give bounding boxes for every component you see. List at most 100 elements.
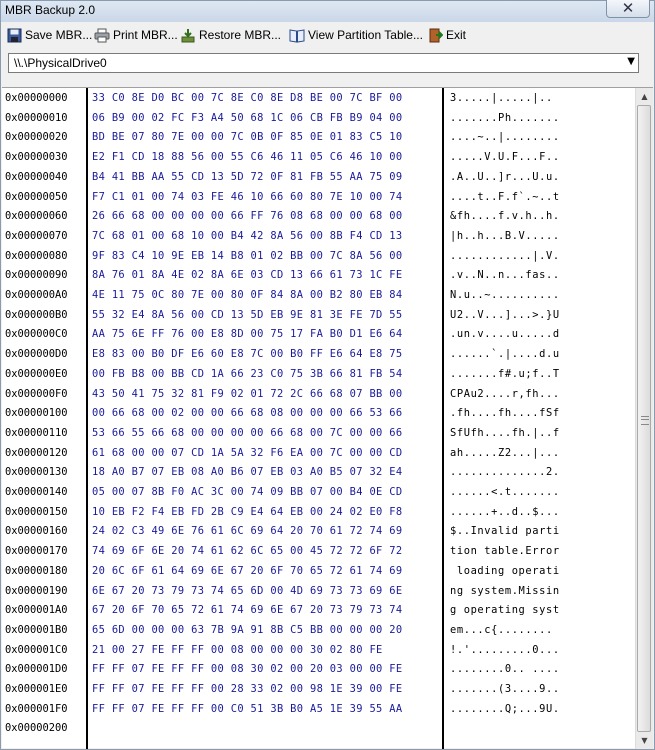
row-hex-bytes: 43 50 41 75 32 81 F9 02 01 72 2C 66 68 0… — [92, 387, 403, 400]
row-ascii: .un.v....u.....d — [450, 328, 560, 341]
hex-row: 0x00000050 F7 C1 01 00 74 03 FE 46 10 66 … — [2, 187, 636, 207]
row-offset: 0x00000190 — [5, 584, 68, 597]
row-hex-bytes: 65 6D 00 00 00 63 7B 9A 91 8B C5 BB 00 0… — [92, 623, 403, 636]
hex-row: 0x000000F0 43 50 41 75 32 81 F9 02 01 72 … — [2, 384, 636, 404]
row-offset: 0x00000100 — [5, 407, 68, 420]
row-ascii: CPAu2....r,fh... — [450, 387, 560, 400]
hex-view-panel[interactable]: 0x00000000 33 C0 8E D0 BC 00 7C 8E C0 8E … — [2, 87, 653, 749]
title-bar: MBR Backup 2.0 ✕ — [1, 0, 654, 22]
row-hex-bytes: AA 75 6E FF 76 00 E8 8D 00 75 17 FA B0 D… — [92, 328, 403, 341]
restore-mbr-button[interactable]: Restore MBR... — [181, 26, 281, 44]
scrollbar-thumb[interactable] — [637, 105, 651, 732]
row-offset: 0x00000060 — [5, 210, 68, 223]
hex-row: 0x000000A0 4E 11 75 0C 80 7E 00 80 0F 84 … — [2, 285, 636, 305]
hex-row: 0x000001F0 FF FF 07 FE FF FF 00 C0 51 3B … — [2, 699, 636, 719]
ascii-divider — [442, 88, 444, 749]
row-offset: 0x00000140 — [5, 486, 68, 498]
row-hex-bytes: 18 A0 B7 07 EB 08 A0 B6 07 EB 03 A0 B5 0… — [92, 466, 403, 479]
hex-row: 0x00000090 8A 76 01 8A 4E 02 8A 6E 03 CD … — [2, 265, 636, 285]
row-ascii: .....V.U.F...F.. — [450, 151, 560, 164]
row-ascii: .fh....fh....fSf — [450, 407, 560, 420]
row-offset: 0x000001C0 — [5, 643, 68, 656]
row-offset: 0x00000050 — [5, 190, 68, 203]
row-hex-bytes: 7C 68 01 00 68 10 00 B4 42 8A 56 00 8B F… — [92, 229, 403, 242]
print-mbr-button[interactable]: Print MBR... — [94, 26, 178, 44]
exit-label: Exit — [446, 28, 467, 42]
row-hex-bytes: 4E 11 75 0C 80 7E 00 80 0F 84 8A 00 B2 8… — [92, 289, 403, 301]
offset-divider — [86, 88, 88, 749]
row-hex-bytes: 24 02 C3 49 6E 76 61 6C 69 64 20 70 61 7… — [92, 525, 403, 538]
hex-row: 0x00000200 — [2, 718, 636, 738]
exit-button[interactable]: Exit — [428, 26, 466, 44]
row-hex-bytes: 9F 83 C4 10 9E EB 14 B8 01 02 BB 00 7C 8… — [92, 249, 403, 262]
row-hex-bytes: B4 41 BB AA 55 CD 13 5D 72 0F 81 FB 55 A… — [92, 170, 403, 183]
hex-row: 0x00000130 18 A0 B7 07 EB 08 A0 B6 07 EB … — [2, 462, 636, 482]
hex-row: 0x000000C0 AA 75 6E FF 76 00 E8 8D 00 75 … — [2, 324, 636, 344]
row-ascii: tion table.Error — [450, 545, 560, 558]
view-partition-table-button[interactable]: View Partition Table... — [289, 26, 423, 44]
hex-row: 0x00000010 06 B9 00 02 FC F3 A4 50 68 1C … — [2, 108, 636, 128]
book-icon — [289, 28, 305, 43]
row-offset: 0x000000F0 — [5, 387, 68, 400]
physical-drive-select[interactable]: \\.\PhysicalDrive0 ▼ — [8, 53, 639, 73]
hex-row: 0x00000060 26 66 68 00 00 00 00 66 FF 76 … — [2, 206, 636, 226]
row-offset: 0x00000130 — [5, 466, 68, 479]
row-ascii: .......Ph....... — [450, 111, 560, 124]
hex-row: 0x000000E0 00 FB B8 00 BB CD 1A 66 23 C0 … — [2, 364, 636, 384]
row-ascii: ....~..|........ — [450, 131, 560, 144]
row-offset: 0x00000030 — [5, 151, 68, 164]
app-window: MBR Backup 2.0 ✕ Save MBR... Print MBR..… — [0, 0, 655, 750]
row-hex-bytes: 05 00 07 8B F0 AC 3C 00 74 09 BB 07 00 B… — [92, 486, 403, 498]
hex-row: 0x00000020 BD BE 07 80 7E 00 00 7C 0B 0F … — [2, 127, 636, 147]
row-offset: 0x00000110 — [5, 426, 68, 439]
row-ascii: .A..U..]r...U.u. — [450, 170, 560, 183]
hex-row: 0x00000030 E2 F1 CD 18 88 56 00 55 C6 46 … — [2, 147, 636, 167]
row-ascii: U2..V...]...>.}U — [450, 308, 560, 321]
hex-row: 0x00000040 B4 41 BB AA 55 CD 13 5D 72 0F … — [2, 167, 636, 187]
hex-row: 0x000001E0 FF FF 07 FE FF FF 00 28 33 02 … — [2, 679, 636, 699]
row-offset: 0x000001A0 — [5, 604, 68, 617]
row-hex-bytes: 26 66 68 00 00 00 00 66 FF 76 08 68 00 0… — [92, 210, 403, 223]
hex-row: 0x00000190 6E 67 20 73 79 73 74 65 6D 00 … — [2, 581, 636, 601]
row-ascii: ........0.. .... — [450, 663, 560, 676]
row-hex-bytes: E8 83 00 B0 DF E6 60 E8 7C 00 B0 FF E6 6… — [92, 348, 403, 361]
vertical-scrollbar[interactable]: ▲ ▼ — [635, 88, 653, 749]
hex-row: 0x00000150 10 EB F2 F4 EB FD 2B C9 E4 64 … — [2, 502, 636, 522]
hex-row: 0x00000070 7C 68 01 00 68 10 00 B4 42 8A … — [2, 226, 636, 246]
scroll-down-icon[interactable]: ▼ — [636, 732, 653, 749]
row-hex-bytes: 67 20 6F 70 65 72 61 74 69 6E 67 20 73 7… — [92, 604, 403, 617]
hex-row: 0x000001C0 21 00 27 FE FF FF 00 08 00 00 … — [2, 640, 636, 660]
scroll-up-icon[interactable]: ▲ — [636, 88, 653, 105]
print-mbr-label: Print MBR... — [113, 28, 178, 42]
floppy-disk-icon — [7, 28, 22, 42]
row-offset: 0x000001B0 — [5, 623, 68, 636]
exit-door-icon — [429, 28, 443, 42]
restore-mbr-label: Restore MBR... — [199, 28, 282, 42]
row-hex-bytes: 06 B9 00 02 FC F3 A4 50 68 1C 06 CB FB B… — [92, 111, 403, 124]
row-ascii: ng system.Missin — [450, 584, 560, 597]
row-offset: 0x00000010 — [5, 111, 68, 124]
hex-row: 0x000001B0 65 6D 00 00 00 63 7B 9A 91 8B … — [2, 620, 636, 640]
save-mbr-label: Save MBR... — [25, 28, 93, 42]
close-button[interactable]: ✕ — [606, 0, 650, 18]
save-mbr-button[interactable]: Save MBR... — [7, 26, 92, 44]
row-ascii: !.'.........0... — [450, 643, 560, 656]
dropdown-arrow-icon[interactable]: ▼ — [627, 56, 635, 67]
hex-row: 0x000000D0 E8 83 00 B0 DF E6 60 E8 7C 00 … — [2, 344, 636, 364]
row-ascii: ........Q;...9U. — [450, 702, 560, 715]
toolbar: Save MBR... Print MBR... Restore MBR... … — [1, 23, 654, 47]
row-offset: 0x000000B0 — [5, 308, 68, 321]
window-title: MBR Backup 2.0 — [5, 3, 96, 17]
row-hex-bytes: 00 FB B8 00 BB CD 1A 66 23 C0 75 3B 66 8… — [92, 367, 403, 380]
row-offset: 0x00000160 — [5, 525, 68, 538]
hex-row: 0x000001A0 67 20 6F 70 65 72 61 74 69 6E … — [2, 600, 636, 620]
row-hex-bytes: E2 F1 CD 18 88 56 00 55 C6 46 11 05 C6 4… — [92, 151, 403, 164]
row-ascii: ......<.t....... — [450, 486, 560, 498]
row-offset: 0x00000180 — [5, 564, 68, 577]
row-offset: 0x000000E0 — [5, 367, 68, 380]
row-hex-bytes: 10 EB F2 F4 EB FD 2B C9 E4 64 EB 00 24 0… — [92, 505, 403, 518]
row-hex-bytes: 61 68 00 00 07 CD 1A 5A 32 F6 EA 00 7C 0… — [92, 446, 403, 459]
row-offset: 0x00000120 — [5, 446, 68, 459]
row-ascii: .v..N..n...fas.. — [450, 269, 560, 282]
row-offset: 0x00000070 — [5, 229, 68, 242]
